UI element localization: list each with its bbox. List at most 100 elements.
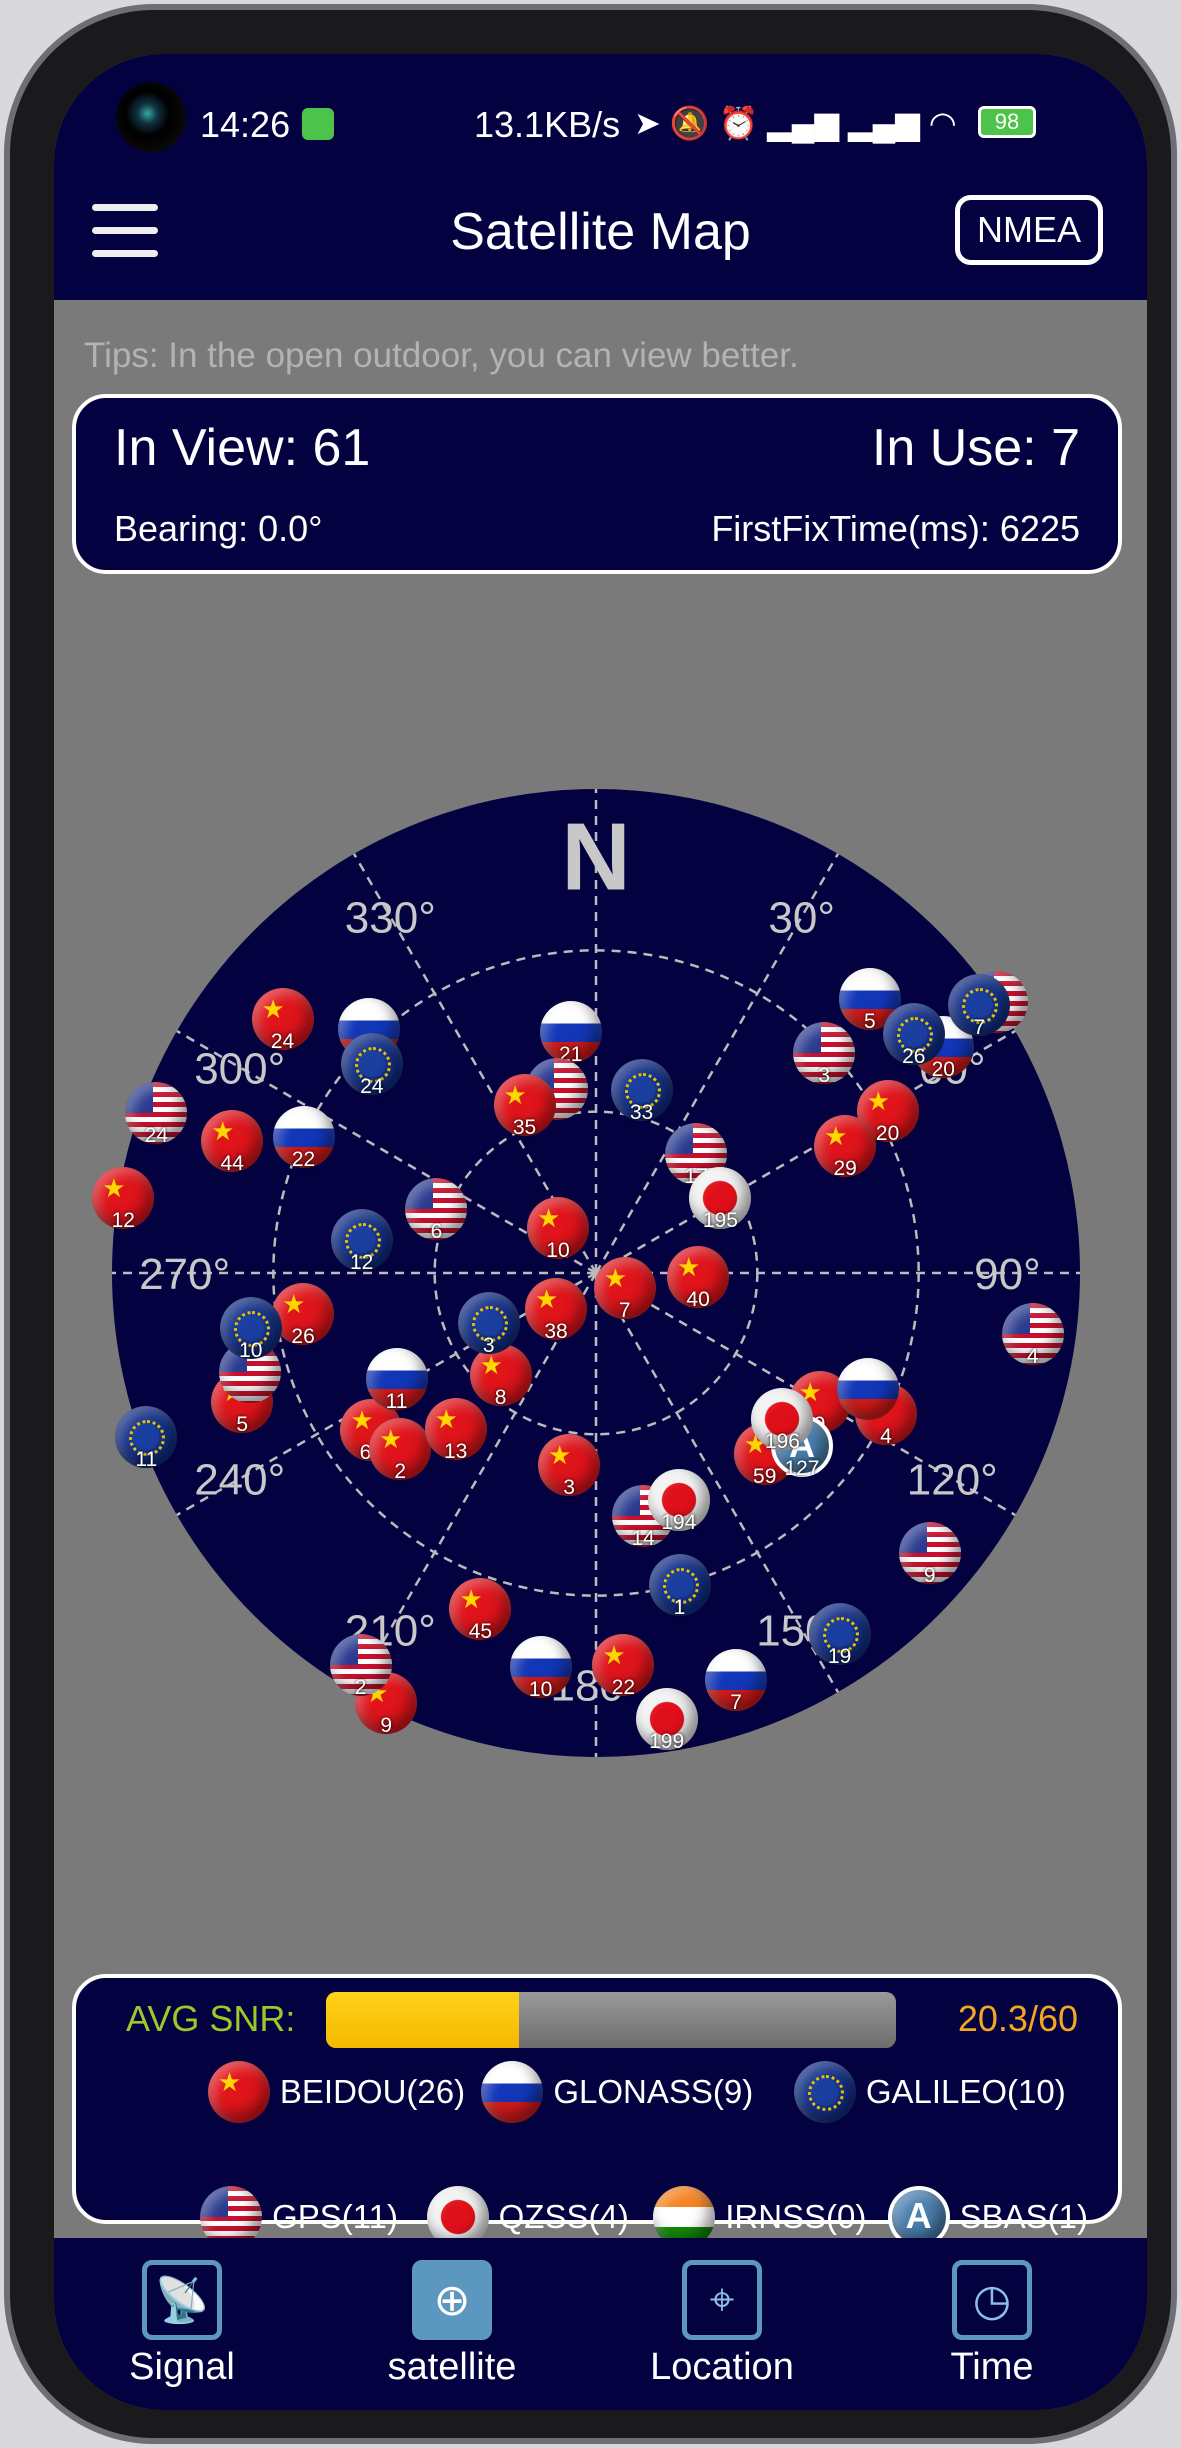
satellite-gps: 24 [125,1081,188,1147]
first-fix-time: FirstFixTime(ms): 6225 [711,508,1080,549]
status-time: 14:26 [200,104,291,145]
satellite-prn: 9 [380,1714,393,1738]
globe-icon: ⊕ [412,2260,492,2340]
satellite-prn: 5 [236,1412,249,1436]
legend-label: SBAS(1) [959,2197,1088,2235]
screen: 14:26 13.1KB/s ➤ 🔕 ⏰ ▂▄▆ ▂▄▆ ◠ 98 Satell… [54,54,1147,2410]
snr-bar [326,1992,896,2048]
degree-label: 330° [345,894,436,943]
tips-text: Tips: In the open outdoor, you can view … [84,336,799,375]
satellite-prn: 11 [385,1390,408,1414]
satellite-gps: 3 [793,1021,856,1087]
nmea-button[interactable]: NMEA [955,195,1103,265]
in-view-count: In View: 61 [114,419,371,477]
nav-time[interactable]: ◷ Time [892,2260,1092,2389]
satellite-prn: 35 [512,1115,537,1139]
satellite-glonass: 10 [509,1636,572,1701]
satellite-prn: 195 [702,1209,738,1233]
satellite-glonass: 11 [365,1348,428,1413]
clock-icon: ◷ [952,2260,1032,2340]
satellite-prn: 2 [354,1675,367,1699]
snr-value: 20.3/60 [957,1998,1078,2039]
satellite-prn: 196 [764,1429,800,1453]
satellite-prn: 24 [144,1123,169,1147]
nav-satellite[interactable]: ⊕ satellite [352,2260,552,2389]
degree-label: 240° [194,1456,285,1505]
satellite-beidou: 24 [251,988,314,1053]
satellite-prn: 10 [528,1678,553,1702]
north-label: N [561,804,630,911]
satellite-prn: 26 [902,1044,926,1068]
nav-label: Time [950,2346,1034,2388]
satellite-galileo: 33 [610,1059,673,1124]
bottom-nav: 📡 Signal ⊕ satellite ⌖ Location ◷ Time [54,2238,1147,2410]
satellite-prn: 1 [673,1595,686,1619]
satellite-prn: 11 [135,1447,158,1471]
satellite-galileo: 19 [808,1603,871,1668]
satellite-prn: 4 [880,1425,892,1449]
satellite-prn: 199 [649,1730,685,1754]
legend-label: IRNSS(0) [725,2197,867,2235]
degree-label: 120° [907,1456,998,1505]
satellite-prn: 7 [973,1015,986,1039]
satellite-glonass: 22 [272,1105,335,1171]
satellite-gps: 4 [1001,1303,1064,1368]
satellite-prn: 19 [827,1645,852,1669]
satellite-prn: 24 [360,1074,384,1098]
app-header: 14:26 13.1KB/s ➤ 🔕 ⏰ ▂▄▆ ▂▄▆ ◠ 98 Satell… [54,54,1147,300]
satellite-beidou: 35 [493,1073,556,1139]
degree-label: 90° [974,1250,1041,1299]
satellite-prn: 3 [818,1063,831,1087]
satellite-prn: 3 [563,1475,575,1499]
satellite-glonass [837,1357,900,1420]
degree-label: 270° [139,1250,230,1299]
legend-label: GALILEO(10) [865,2072,1066,2110]
phone-frame: 14:26 13.1KB/s ➤ 🔕 ⏰ ▂▄▆ ▂▄▆ ◠ 98 Satell… [4,4,1177,2444]
legend-beidou: BEIDOU(26) [207,2060,465,2123]
degree-label: 30° [768,894,835,943]
satellite-prn: 7 [730,1690,742,1714]
status-net-speed: 13.1KB/s [474,104,621,145]
legend-label: GPS(11) [272,2197,398,2235]
sky-plot: N30°60°90°120°150°180°210°240°270°300°33… [92,789,1080,1757]
satellite-prn: 29 [833,1157,857,1181]
satellite-galileo: 1 [648,1553,711,1619]
satellite-prn: 127 [784,1456,820,1480]
satellite-prn: 194 [661,1511,697,1535]
satellite-prn: 6 [430,1219,443,1243]
legend-galileo: GALILEO(10) [793,2060,1066,2123]
legend-label: QZSS(4) [498,2197,629,2235]
snr-bar-fill [326,1992,519,2048]
beidou-flag-icon [207,2060,270,2123]
satellite-beidou: 10 [526,1196,589,1262]
satellite-galileo: 3 [457,1292,520,1357]
satellite-gps: 9 [898,1521,961,1587]
satellite-prn: 10 [239,1338,263,1362]
nav-signal[interactable]: 📡 Signal [82,2260,282,2389]
satellite-prn: 12 [111,1209,135,1233]
satellite-beidou: 40 [667,1245,730,1311]
satellite-galileo: 24 [340,1032,403,1098]
battery-icon: 98 [978,106,1036,138]
in-use-count: In Use: 7 [871,419,1080,477]
snr-label: AVG SNR: [126,1998,296,2039]
location-pin-icon: ⌖ [682,2260,762,2340]
nav-label: Signal [129,2346,235,2388]
satellite-beidou: 3 [538,1433,601,1499]
legend-label: GLONASS(9) [553,2072,754,2110]
satellite-galileo: 11 [115,1405,178,1471]
nav-label: satellite [387,2346,517,2388]
satellite-qzss: 199 [635,1688,698,1753]
galileo-flag-icon [793,2060,856,2123]
legend-glonass: GLONASS(9) [481,2060,754,2123]
satellite-galileo: 12 [330,1209,393,1274]
satellite-beidou: 29 [814,1115,877,1180]
satellite-beidou: 45 [449,1577,512,1643]
satellite-beidou: 22 [592,1633,655,1699]
satellite-glonass: 21 [539,1001,602,1066]
satellite-prn: 2 [394,1460,407,1484]
bearing-value: Bearing: 0.0° [114,508,323,549]
nav-location[interactable]: ⌖ Location [622,2260,822,2389]
satellite-prn: 13 [443,1439,468,1463]
android-icon [302,108,334,140]
